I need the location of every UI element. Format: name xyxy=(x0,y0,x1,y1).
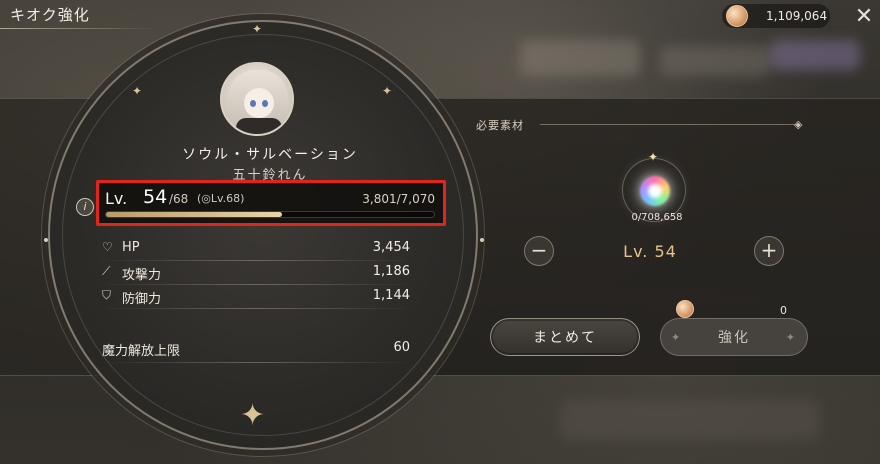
stat-value: 3,454 xyxy=(372,240,410,255)
magic-limit-value: 60 xyxy=(393,340,410,355)
stat-value: 1,144 xyxy=(372,288,410,303)
close-icon[interactable]: ✕ xyxy=(850,2,878,30)
increase-level-button[interactable]: + xyxy=(754,236,784,266)
star-ornament: ✦ xyxy=(252,22,263,36)
coin-icon xyxy=(676,300,694,318)
magic-limit-label: 魔力解放上限 xyxy=(102,344,181,359)
bulk-button-label: まとめて xyxy=(533,330,597,346)
ornament-dot xyxy=(480,238,484,242)
divider xyxy=(100,260,412,261)
soul-level-cap: (◎Lv.68) xyxy=(197,192,245,205)
sword-icon: ⟋ xyxy=(102,264,111,278)
level-max: /68 xyxy=(169,192,189,206)
stat-row-hp: ♡ HP 3,454 xyxy=(102,238,410,260)
section-divider xyxy=(540,124,798,125)
star-ornament: ✦ xyxy=(132,84,143,98)
ornament-dot xyxy=(44,238,48,242)
page-title: キオク強化 xyxy=(10,6,90,24)
heart-icon: ♡ xyxy=(102,240,113,254)
ornament-icon: ◈ xyxy=(794,118,803,131)
stat-label: HP xyxy=(122,240,140,255)
stat-row-defense: ⛉ 防御力 1,144 xyxy=(102,286,410,308)
currency-value: 1,109,064 xyxy=(766,9,828,23)
magic-limit-row: 魔力解放上限 60 xyxy=(102,338,410,360)
bulk-button[interactable]: まとめて xyxy=(490,318,640,356)
required-materials-label: 必要素材 xyxy=(476,119,524,132)
divider xyxy=(100,308,412,309)
divider xyxy=(100,284,412,285)
stat-label: 攻撃力 xyxy=(122,268,162,283)
character-name: ソウル・サルベーション xyxy=(182,147,358,163)
stat-label: 防御力 xyxy=(122,292,162,307)
exp-bar xyxy=(105,211,435,218)
compass-ornament: ✦ xyxy=(240,398,266,433)
coin-icon xyxy=(726,5,748,27)
level-panel: Lv. 54 /68 (◎Lv.68) 3,801/7,070 xyxy=(96,180,446,226)
title-underline xyxy=(0,28,160,29)
stat-value: 1,186 xyxy=(372,264,410,279)
enhance-button[interactable]: ✦ 強化 ✦ xyxy=(660,318,808,356)
character-avatar xyxy=(220,62,294,136)
divider xyxy=(100,362,412,363)
sparkle-icon: ✦ xyxy=(648,150,659,164)
enhance-button-label: 強化 xyxy=(718,330,750,346)
stat-row-attack: ⟋ 攻撃力 1,186 xyxy=(102,262,410,284)
currency-display: 1,109,064 xyxy=(722,4,830,28)
target-level: Lv. 54 xyxy=(623,242,677,261)
material-count: 0/708,658 xyxy=(631,212,683,223)
level-current: 54 xyxy=(143,186,168,208)
enhance-cost: 0 xyxy=(780,304,787,317)
level-label: Lv. xyxy=(105,189,128,208)
decrease-level-button[interactable]: − xyxy=(524,236,554,266)
star-ornament: ✦ xyxy=(382,84,393,98)
exp-bar-fill xyxy=(106,212,283,217)
exp-value: 3,801/7,070 xyxy=(362,192,435,206)
info-icon[interactable]: i xyxy=(76,198,94,216)
shield-icon: ⛉ xyxy=(102,288,112,302)
